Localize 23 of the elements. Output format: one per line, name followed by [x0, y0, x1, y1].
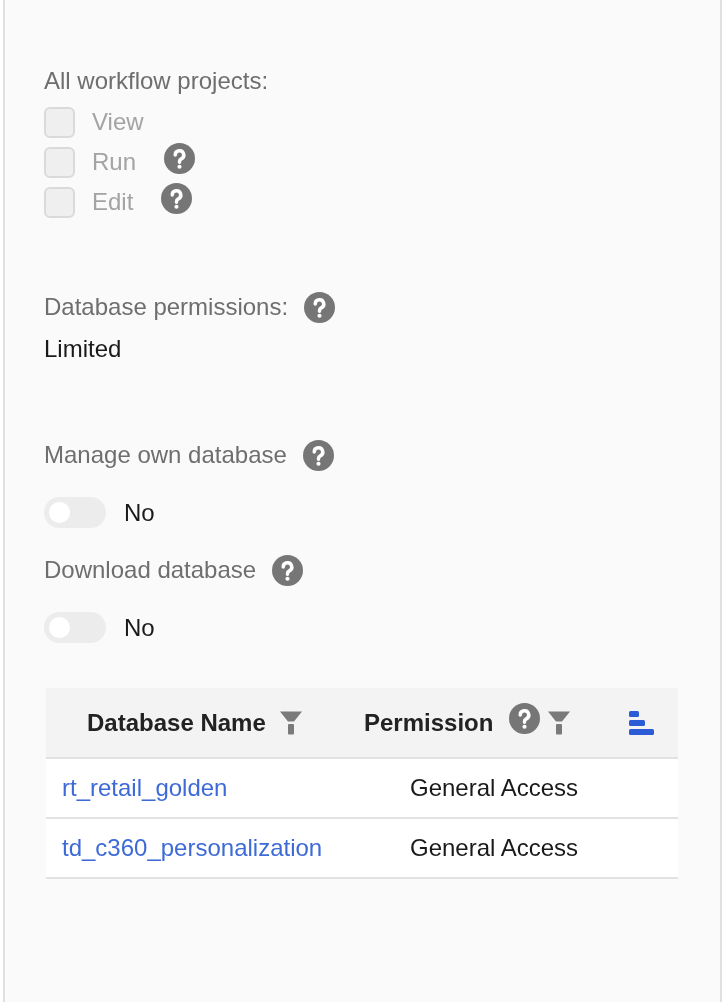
filter-icon[interactable] [279, 710, 302, 735]
permission-value: Limited [44, 334, 122, 364]
setting-label: Download database [44, 555, 257, 585]
database-link[interactable]: td_c360_personalization [62, 834, 323, 861]
column-header: Permission [364, 707, 494, 738]
column-header: Database Name [87, 707, 266, 738]
table-cell: General Access [410, 774, 579, 801]
help-icon[interactable] [272, 554, 304, 586]
help-icon[interactable] [304, 291, 336, 323]
horizontal-bars-icon[interactable] [629, 710, 654, 735]
help-icon[interactable] [509, 703, 541, 734]
toggle-value: No [124, 612, 155, 643]
setting-label: Manage own database [44, 440, 287, 470]
checkbox-label: View [92, 107, 144, 137]
help-icon[interactable] [302, 439, 334, 471]
filter-icon[interactable] [548, 710, 571, 735]
toggle-value: No [124, 497, 155, 528]
section-label: Database permissions: [44, 292, 289, 322]
section-label: All workflow projects: [44, 66, 269, 96]
table-cell: General Access [410, 834, 579, 861]
checkbox-label: Edit [92, 187, 134, 217]
checkbox-label: Run [92, 147, 137, 177]
database-link[interactable]: rt_retail_golden [62, 774, 228, 801]
